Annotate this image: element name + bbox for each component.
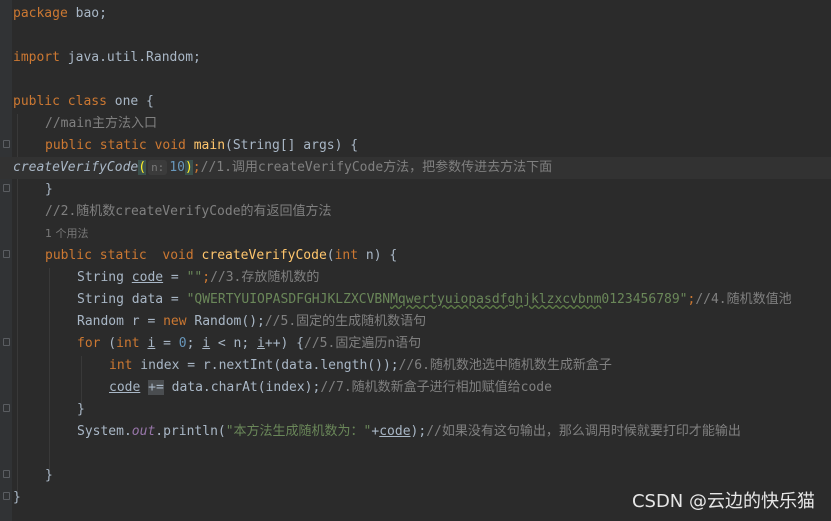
code-line-23: } [13,490,21,505]
code-line-10: //2.随机数createVerifyCode的有返回值方法 [45,204,332,219]
code-line-20: System.out.println("本方法生成随机数为："+code);//… [77,424,741,439]
parameter-hint: n: [148,160,168,175]
code-line-5: public class one { [13,94,154,109]
code-line-14: String data = "QWERTYUIOPASDFGHJKLZXCVBN… [77,292,792,307]
code-line-1: package bao; [13,6,107,21]
code-line-15: Random r = new Random();//5.固定的生成随机数语句 [77,314,427,329]
code-line-18: code += data.charAt(index);//7.随机数新盒子进行相… [109,380,552,395]
code-editor[interactable]: package bao; import java.util.Random; pu… [0,0,831,521]
code-line-7: public static void main(String[] args) { [45,138,359,153]
code-line-3: import java.util.Random; [13,50,201,65]
code-line-19: } [77,402,85,417]
code-line-6: //main主方法入口 [45,116,157,131]
code-line-22: } [45,468,53,483]
code-line-16: for (int i = 0; i < n; i++) {//5.固定遍历n语句 [77,336,422,351]
watermark: CSDN @云边的快乐猫 [631,491,815,512]
code-line-9: } [45,182,53,197]
code-line-8-current: createVerifyCode(n: 10);//1.调用createVerif… [0,157,831,179]
code-line-17: int index = r.nextInt(data.length());//6… [109,358,612,373]
usages-hint[interactable]: 1 个用法 [13,223,89,245]
code-line-13: String code = "";//3.存放随机数的 [77,270,320,285]
code-line-12: public static void createVerifyCode(int … [45,248,398,263]
